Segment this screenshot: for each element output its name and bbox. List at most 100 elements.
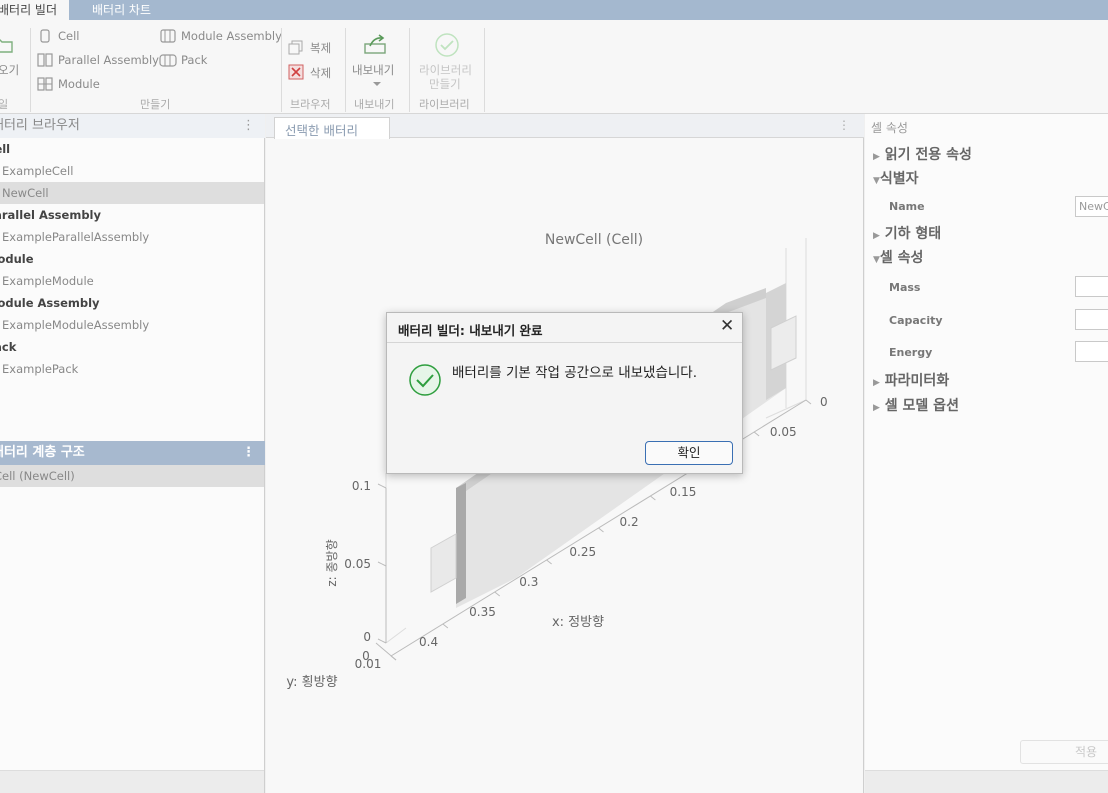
- dialog-title: 배터리 빌더: 내보내기 완료: [398, 323, 543, 338]
- tab-battery-chart[interactable]: 배터리 차트: [80, 0, 163, 21]
- dialog-message: 배터리를 기본 작업 공간으로 내보냈습니다.: [452, 365, 698, 381]
- right-status-bar: [865, 770, 1108, 793]
- left-status-bar: [0, 770, 264, 793]
- create-library-sub: 만들기: [429, 77, 461, 91]
- section-model-options[interactable]: ▶ 셀 모델 옵션: [873, 395, 959, 415]
- browser-header: 배터리 브라우저 ⋮: [0, 114, 265, 138]
- energy-label: Energy: [889, 346, 933, 359]
- create-pack-button[interactable]: Pack: [181, 53, 207, 67]
- properties-panel: 셀 속성 ▶ 읽기 전용 속성 ▼식별자 Name NewCell ▶ 기하 형…: [865, 114, 1108, 793]
- hierarchy-item[interactable]: Cell (NewCell): [0, 465, 264, 487]
- x-tick: 0.3: [519, 575, 538, 589]
- tree-item[interactable]: ExampleModuleAssembly: [0, 314, 264, 336]
- check-icon: [435, 33, 459, 57]
- tab-selected-battery[interactable]: 선택한 배터리: [274, 117, 390, 139]
- x-tick-mark: [494, 591, 501, 597]
- browser-title: 배터리 브라우저: [0, 118, 80, 133]
- module-icon: [37, 77, 53, 91]
- energy-field[interactable]: [1075, 341, 1108, 362]
- more-options-icon[interactable]: ⋮: [242, 441, 255, 465]
- center-tab-bar: 선택한 배터리 ⋮: [266, 114, 864, 139]
- y-axis-label: y: 횡방향: [286, 675, 337, 690]
- section-readonly[interactable]: ▶ 읽기 전용 속성: [873, 144, 972, 164]
- library-section-label: 라이브러리: [419, 98, 470, 111]
- tree-item[interactable]: ExampleParallelAssembly: [0, 226, 264, 248]
- section-identifier[interactable]: ▼식별자: [873, 168, 919, 188]
- x-tick-mark: [546, 559, 552, 565]
- copy-button[interactable]: 복제: [310, 40, 331, 56]
- mass-label: Mass: [889, 281, 921, 294]
- tree-group-header[interactable]: Pack: [0, 336, 264, 358]
- create-parallel-assembly-button[interactable]: Parallel Assembly: [58, 53, 159, 67]
- pack-icon: [159, 54, 177, 67]
- x-tick: 0.25: [569, 545, 596, 559]
- tree-item[interactable]: ExampleModule: [0, 270, 264, 292]
- x-tick: 0.15: [670, 485, 697, 499]
- tree-group-header[interactable]: Parallel Assembly: [0, 204, 264, 226]
- tree-group-header[interactable]: Module: [0, 248, 264, 270]
- create-section-label: 만들기: [140, 98, 171, 111]
- tree-item[interactable]: NewCell: [0, 182, 264, 204]
- x-axis-label: x: 정방향: [552, 615, 604, 630]
- close-icon[interactable]: ✕: [720, 316, 734, 336]
- properties-title: 셀 속성: [871, 121, 908, 135]
- x-tick-mark: [442, 623, 449, 629]
- x-tick: 0.35: [469, 605, 496, 619]
- open-icon: [0, 39, 13, 53]
- delete-button[interactable]: 삭제: [310, 65, 331, 81]
- capacity-field[interactable]: [1075, 309, 1108, 330]
- z-tick: 0.1: [352, 479, 371, 493]
- divider: [281, 28, 282, 112]
- x-tick: 0.4: [419, 635, 438, 649]
- export-section-label: 내보내기: [354, 98, 395, 111]
- mass-field[interactable]: [1075, 276, 1108, 297]
- create-cell-button[interactable]: Cell: [58, 29, 80, 43]
- create-module-assembly-button[interactable]: Module Assembly: [181, 29, 282, 43]
- z-axis: [377, 483, 387, 644]
- ok-button[interactable]: 확인: [645, 441, 733, 465]
- open-button[interactable]: 오기: [0, 62, 19, 78]
- tree-item[interactable]: ExamplePack: [0, 358, 264, 380]
- z-tick: 0: [363, 630, 371, 644]
- hierarchy-header: 배터리 계층 구조 ⋮: [0, 441, 265, 465]
- more-options-icon[interactable]: ⋮: [242, 114, 255, 138]
- x-tick-mark: [650, 495, 656, 501]
- export-complete-dialog: 배터리 빌더: 내보내기 완료 ✕ 배터리를 기본 작업 공간으로 내보냈습니다…: [386, 312, 743, 474]
- tree-item[interactable]: ExampleCell: [0, 160, 264, 182]
- x-tick: 0.2: [620, 515, 639, 529]
- tree-group-header[interactable]: Module Assembly: [0, 292, 264, 314]
- divider: [345, 28, 346, 112]
- x-tick-mark: [598, 527, 604, 533]
- section-geometry[interactable]: ▶ 기하 형태: [873, 223, 941, 243]
- name-field[interactable]: NewCell: [1075, 196, 1108, 217]
- z-tick: 0.05: [344, 557, 371, 571]
- x-tick: 0.05: [770, 425, 797, 439]
- x-tick-mark: [805, 399, 812, 405]
- plot-title: NewCell (Cell): [545, 232, 643, 248]
- copy-icon: [288, 40, 303, 55]
- browser-section-label: 브라우저: [290, 98, 331, 111]
- apply-button[interactable]: 적용: [1020, 740, 1108, 764]
- chevron-down-icon[interactable]: [372, 80, 382, 88]
- hierarchy-title: 배터리 계층 구조: [0, 445, 85, 460]
- delete-icon: [288, 64, 304, 80]
- module-assembly-icon: [160, 29, 176, 43]
- divider: [484, 28, 485, 112]
- tab-battery-builder[interactable]: 배터리 빌더: [0, 0, 70, 21]
- tree-group-header[interactable]: Cell: [0, 138, 264, 160]
- dialog-title-bar: 배터리 빌더: 내보내기 완료 ✕: [387, 313, 742, 343]
- section-cell-props[interactable]: ▼셀 속성: [873, 247, 923, 267]
- z-axis-label: z: 종방향: [325, 539, 339, 586]
- divider: [409, 28, 410, 112]
- more-options-icon[interactable]: ⋮: [838, 118, 850, 132]
- capacity-label: Capacity: [889, 314, 943, 327]
- y-tick: 0.01: [355, 657, 382, 671]
- x-tick: 0: [820, 395, 828, 409]
- section-parameterization[interactable]: ▶ 파라미터화: [873, 370, 949, 390]
- x-tick-mark: [753, 431, 760, 437]
- create-module-button[interactable]: Module: [58, 77, 100, 91]
- parallel-assembly-icon: [37, 53, 53, 67]
- left-panel: 배터리 브라우저 ⋮ CellExampleCellNewCellParalle…: [0, 114, 265, 793]
- ribbon: 오기 일 Cell Parallel Assembly Module Modul…: [0, 20, 1108, 114]
- export-button[interactable]: 내보내기: [352, 62, 394, 78]
